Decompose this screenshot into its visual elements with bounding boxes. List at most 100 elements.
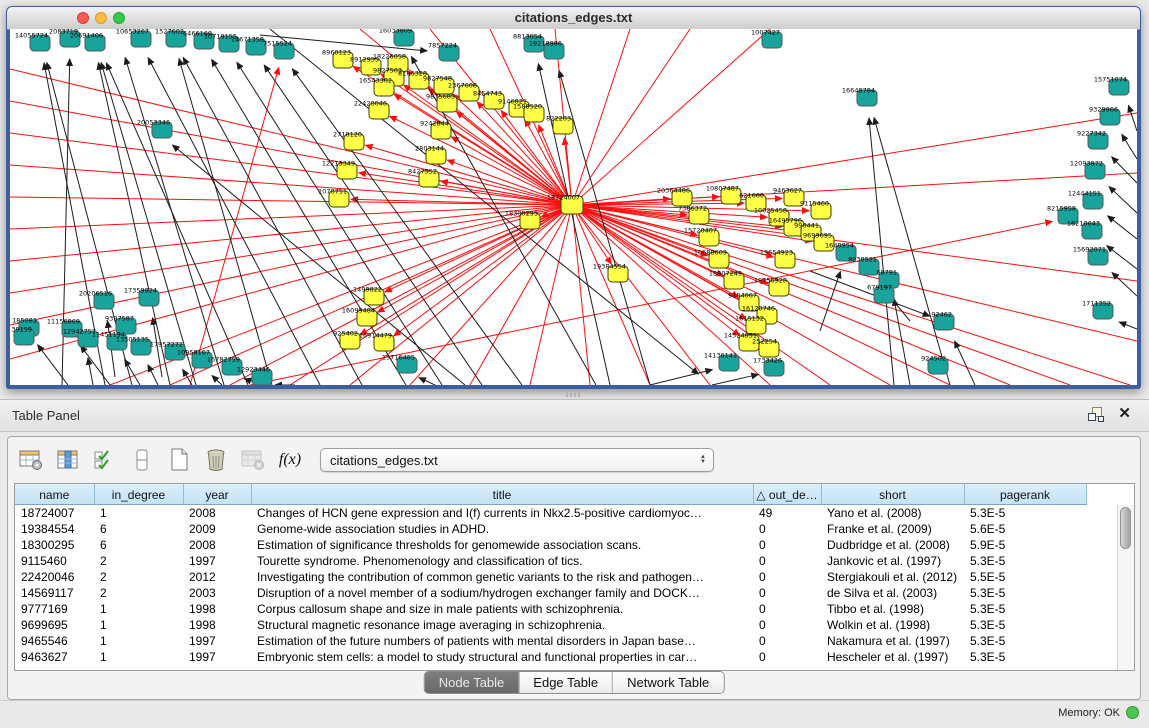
table-cell[interactable]: 0 [753, 617, 821, 633]
table-cell[interactable]: 14569117 [15, 585, 94, 601]
column-header-pagerank[interactable]: pagerank [964, 485, 1086, 505]
table-row[interactable]: 1456911722003Disruption of a novel membe… [15, 585, 1086, 601]
table-cell[interactable]: de Silva et al. (2003) [821, 585, 964, 601]
close-icon[interactable]: ✕ [1118, 407, 1131, 421]
table-cell[interactable]: Yano et al. (2008) [821, 505, 964, 521]
vertical-scrollbar[interactable] [1117, 505, 1134, 670]
table-cell[interactable]: 1 [94, 617, 183, 633]
table-cell[interactable]: 0 [753, 585, 821, 601]
table-cell[interactable]: Genome-wide association studies in ADHD. [251, 521, 753, 537]
select-rows-icon[interactable] [92, 447, 118, 473]
network-window-titlebar[interactable]: citations_edges.txt [7, 7, 1140, 30]
table-cell[interactable]: Embryonic stem cells: a model to study s… [251, 649, 753, 665]
table-cell[interactable]: 49 [753, 505, 821, 521]
table-cell[interactable]: 9463627 [15, 649, 94, 665]
table-row[interactable]: 911546021997Tourette syndrome. Phenomeno… [15, 553, 1086, 569]
table-cell[interactable]: Nakamura et al. (1997) [821, 633, 964, 649]
table-cell[interactable]: 5.9E-5 [964, 537, 1086, 553]
table-cell[interactable]: 19384554 [15, 521, 94, 537]
table-cell[interactable]: 1 [94, 633, 183, 649]
table-row[interactable]: 946362711997Embryonic stem cells: a mode… [15, 649, 1086, 665]
table-cell[interactable]: 18724007 [15, 505, 94, 521]
citation-network-graph[interactable]: 8960123891295518226058982750316543362818… [10, 29, 1137, 385]
table-cell[interactable]: 9115460 [15, 553, 94, 569]
table-cell[interactable]: 0 [753, 633, 821, 649]
table-cell[interactable]: 5.3E-5 [964, 633, 1086, 649]
column-visibility-icon[interactable] [55, 447, 81, 473]
table-cell[interactable]: 0 [753, 569, 821, 585]
table-row[interactable]: 977716911998Corpus callosum shape and si… [15, 601, 1086, 617]
tab-network-table[interactable]: Network Table [612, 672, 723, 693]
table-cell[interactable]: 0 [753, 601, 821, 617]
tab-edge-table[interactable]: Edge Table [518, 672, 612, 693]
table-cell[interactable]: 5.6E-5 [964, 521, 1086, 537]
table-cell[interactable]: 2003 [183, 585, 251, 601]
table-cell[interactable]: 2 [94, 553, 183, 569]
column-header-in_degree[interactable]: in_degree [94, 485, 183, 505]
table-cell[interactable]: Estimation of significance thresholds fo… [251, 537, 753, 553]
table-cell[interactable]: 5.3E-5 [964, 601, 1086, 617]
table-cell[interactable]: 1 [94, 505, 183, 521]
table-chooser-select[interactable]: citations_edges.txt ▲ ▼ [320, 448, 714, 472]
table-cell[interactable]: 5.3E-5 [964, 585, 1086, 601]
table-cell[interactable]: 1997 [183, 649, 251, 665]
table-cell[interactable]: Tourette syndrome. Phenomenology and cla… [251, 553, 753, 569]
table-cell[interactable]: 5.3E-5 [964, 649, 1086, 665]
table-cell[interactable]: Structural magnetic resonance image aver… [251, 617, 753, 633]
table-cell[interactable]: 22420046 [15, 569, 94, 585]
table-cell[interactable]: 1997 [183, 633, 251, 649]
table-cell[interactable]: 1997 [183, 553, 251, 569]
delete-table-icon[interactable] [203, 447, 229, 473]
function-builder-icon[interactable]: f(x) [277, 447, 303, 473]
table-row[interactable]: 969969511998Structural magnetic resonanc… [15, 617, 1086, 633]
tab-node-table[interactable]: Node Table [425, 672, 519, 693]
delete-columns-icon[interactable] [240, 447, 266, 473]
column-header-out_de[interactable]: △ out_de… [753, 485, 821, 505]
table-cell[interactable]: 1 [94, 649, 183, 665]
table-row[interactable]: 1830029562008Estimation of significance … [15, 537, 1086, 553]
table-cell[interactable]: 2009 [183, 521, 251, 537]
split-cells-icon[interactable] [129, 447, 155, 473]
table-cell[interactable]: Estimation of the future numbers of pati… [251, 633, 753, 649]
column-header-short[interactable]: short [821, 485, 964, 505]
table-cell[interactable]: Stergiakouli et al. (2012) [821, 569, 964, 585]
table-cell[interactable]: 0 [753, 537, 821, 553]
table-cell[interactable]: 0 [753, 521, 821, 537]
table-cell[interactable]: Dudbridge et al. (2008) [821, 537, 964, 553]
table-cell[interactable]: 1 [94, 601, 183, 617]
table-cell[interactable]: 5.3E-5 [964, 617, 1086, 633]
table-cell[interactable]: Hescheler et al. (1997) [821, 649, 964, 665]
table-cell[interactable]: 5.3E-5 [964, 553, 1086, 569]
table-row[interactable]: 1938455462009Genome-wide association stu… [15, 521, 1086, 537]
table-cell[interactable]: Corpus callosum shape and size in male p… [251, 601, 753, 617]
table-cell[interactable]: 6 [94, 521, 183, 537]
column-header-title[interactable]: title [251, 485, 753, 505]
column-header-name[interactable]: name [15, 485, 94, 505]
table-cell[interactable]: Changes of HCN gene expression and I(f) … [251, 505, 753, 521]
table-cell[interactable]: 5.3E-5 [964, 505, 1086, 521]
new-table-icon[interactable] [166, 447, 192, 473]
table-cell[interactable]: Wolkin et al. (1998) [821, 617, 964, 633]
table-settings-icon[interactable] [18, 447, 44, 473]
network-graph-canvas[interactable]: 8960123891295518226058982750316543362818… [10, 29, 1137, 385]
table-cell[interactable]: 0 [753, 649, 821, 665]
table-cell[interactable]: Investigating the contribution of common… [251, 569, 753, 585]
table-cell[interactable]: 18300295 [15, 537, 94, 553]
table-cell[interactable]: 2008 [183, 505, 251, 521]
table-cell[interactable]: 2 [94, 569, 183, 585]
table-cell[interactable]: 9777169 [15, 601, 94, 617]
float-window-icon[interactable] [1088, 407, 1102, 421]
table-cell[interactable]: 5.5E-5 [964, 569, 1086, 585]
table-cell[interactable]: 2 [94, 585, 183, 601]
table-cell[interactable]: 2008 [183, 537, 251, 553]
table-cell[interactable]: Jankovic et al. (1997) [821, 553, 964, 569]
table-row[interactable]: 1872400712008Changes of HCN gene express… [15, 505, 1086, 521]
table-row[interactable]: 946554611997Estimation of the future num… [15, 633, 1086, 649]
table-cell[interactable]: 6 [94, 537, 183, 553]
table-cell[interactable]: Franke et al. (2009) [821, 521, 964, 537]
table-cell[interactable]: 9699695 [15, 617, 94, 633]
scrollbar-thumb[interactable] [1120, 507, 1131, 549]
table-cell[interactable]: Tibbo et al. (1998) [821, 601, 964, 617]
table-row[interactable]: 2242004622012Investigating the contribut… [15, 569, 1086, 585]
table-cell[interactable]: 0 [753, 553, 821, 569]
